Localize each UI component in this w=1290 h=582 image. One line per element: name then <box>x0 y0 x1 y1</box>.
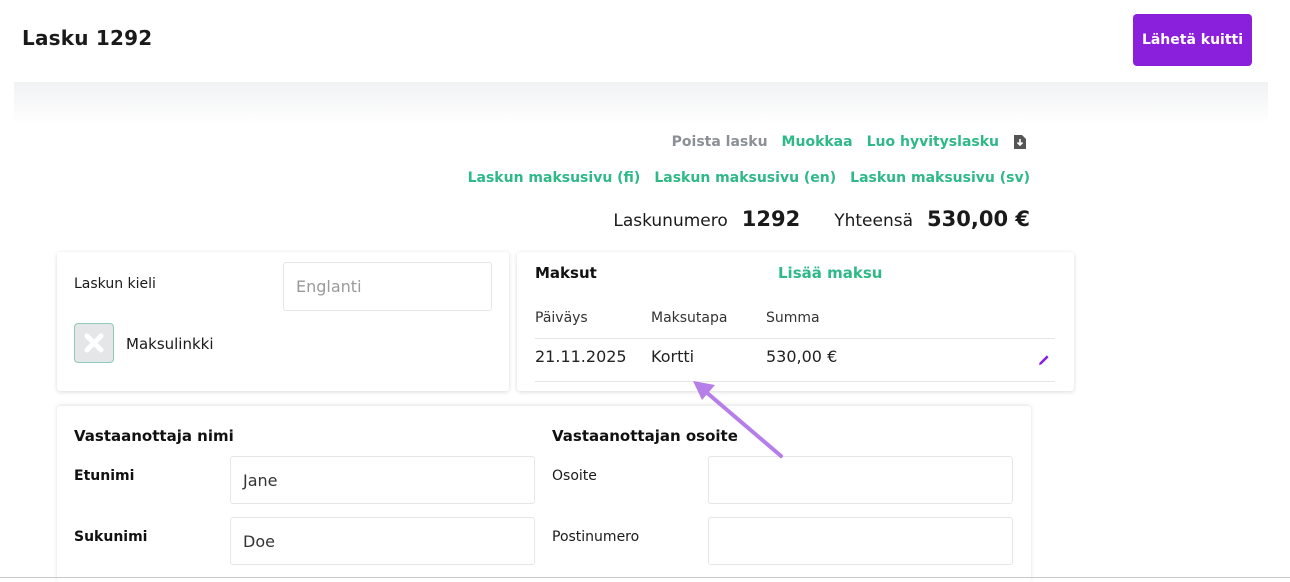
total-amount: 530,00 € <box>927 207 1030 231</box>
table-divider <box>535 381 1055 382</box>
payment-link-checkbox[interactable] <box>74 323 114 363</box>
invoice-number-label: Laskunumero <box>613 211 728 231</box>
payments-card: Maksut Lisää maksu Päiväys Maksutapa Sum… <box>517 252 1074 391</box>
send-receipt-button[interactable]: Lähetä kuitti <box>1133 14 1252 66</box>
column-header-date: Päiväys <box>535 310 588 326</box>
add-payment-link[interactable]: Lisää maksu <box>778 264 882 282</box>
payment-page-sv-link[interactable]: Laskun maksusivu (sv) <box>850 170 1030 186</box>
delete-invoice-link[interactable]: Poista lasku <box>672 134 768 150</box>
payments-title: Maksut <box>535 264 597 282</box>
document-download-icon[interactable] <box>1013 134 1027 150</box>
payment-method: Kortti <box>651 347 695 366</box>
payment-date: 21.11.2025 <box>535 347 627 366</box>
payment-link-label: Maksulinkki <box>126 335 214 353</box>
invoice-totals: Laskunumero 1292 Yhteensä 530,00 € <box>613 207 1030 231</box>
table-divider <box>535 338 1055 339</box>
column-header-method: Maksutapa <box>651 310 728 326</box>
language-label: Laskun kieli <box>74 276 156 292</box>
last-name-label: Sukunimi <box>74 529 148 545</box>
invoice-actions: Poista lasku Muokkaa Luo hyvityslasku <box>672 134 1027 150</box>
close-icon <box>84 333 104 353</box>
language-select[interactable]: Englanti <box>283 262 492 311</box>
address-label: Osoite <box>552 468 597 484</box>
payment-page-links: Laskun maksusivu (fi) Laskun maksusivu (… <box>468 170 1030 186</box>
column-header-amount: Summa <box>766 310 820 326</box>
recipient-name-title: Vastaanottaja nimi <box>74 427 234 445</box>
edit-invoice-link[interactable]: Muokkaa <box>782 134 853 150</box>
invoice-number: 1292 <box>741 207 801 231</box>
pencil-icon[interactable] <box>1036 352 1052 368</box>
bottom-divider <box>0 577 1290 578</box>
create-credit-note-link[interactable]: Luo hyvityslasku <box>867 134 999 150</box>
last-name-field[interactable]: Doe <box>230 517 535 565</box>
postal-code-label: Postinumero <box>552 529 640 545</box>
postal-code-field[interactable] <box>708 517 1013 565</box>
payment-page-fi-link[interactable]: Laskun maksusivu (fi) <box>468 170 641 186</box>
first-name-field[interactable]: Jane <box>230 456 535 504</box>
first-name-label: Etunimi <box>74 468 135 484</box>
payment-page-en-link[interactable]: Laskun maksusivu (en) <box>654 170 836 186</box>
page-title: Lasku 1292 <box>22 26 153 50</box>
payment-amount: 530,00 € <box>766 347 838 366</box>
recipient-card: Vastaanottaja nimi Etunimi Jane Sukunimi… <box>57 406 1031 582</box>
top-bar: Lasku 1292 Lähetä kuitti <box>0 0 1290 82</box>
invoice-settings-card: Laskun kieli Englanti Maksulinkki <box>57 252 509 391</box>
annotation-arrow-icon <box>693 381 783 458</box>
total-label: Yhteensä <box>834 211 914 231</box>
